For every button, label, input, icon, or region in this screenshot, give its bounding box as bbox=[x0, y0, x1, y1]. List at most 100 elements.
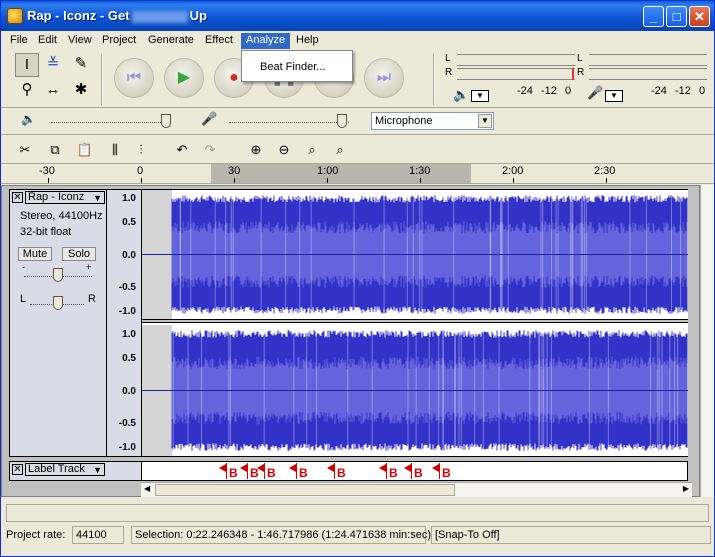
beat-label[interactable]: B bbox=[327, 463, 346, 480]
close-button[interactable]: ✕ bbox=[689, 6, 710, 27]
maximize-button[interactable]: □ bbox=[666, 6, 687, 27]
cut-icon[interactable]: ✂ bbox=[14, 139, 36, 161]
scale-label: -0.5 bbox=[118, 418, 136, 429]
gain-minus-label: - bbox=[22, 262, 25, 272]
redacted-title-text bbox=[131, 10, 188, 23]
timeline-ruler[interactable]: -30 0 30 1:00 1:30 2:00 2:30 bbox=[1, 163, 714, 184]
envelope-tool-icon[interactable]: ≚ bbox=[41, 53, 65, 77]
fit-project-icon[interactable]: ⌕ bbox=[329, 139, 351, 161]
selection-text: Selection: 0:22.246348 - 1:46.717986 (1:… bbox=[135, 529, 431, 541]
scale-label: 1.0 bbox=[122, 193, 136, 204]
selection-tool-icon[interactable]: I bbox=[15, 53, 39, 77]
project-rate-value: 44100 bbox=[76, 529, 107, 541]
chevron-down-icon: ▼ bbox=[93, 465, 102, 475]
menu-edit[interactable]: Edit bbox=[33, 33, 62, 49]
speaker-meter-icon[interactable]: 🔈 bbox=[453, 87, 469, 103]
input-volume-slider[interactable] bbox=[337, 114, 347, 128]
gain-plus-label: + bbox=[86, 262, 92, 272]
menu-generate[interactable]: Generate bbox=[143, 33, 199, 49]
scroll-right-icon[interactable]: ▶ bbox=[683, 484, 689, 493]
undo-icon[interactable]: ↶ bbox=[171, 139, 193, 161]
redo-icon[interactable]: ↷ bbox=[199, 139, 221, 161]
silence-icon[interactable]: ⫶ bbox=[130, 139, 152, 161]
ruler-tick bbox=[513, 178, 514, 183]
ruler-tick bbox=[141, 178, 142, 183]
fit-selection-icon[interactable]: ⌕ bbox=[301, 139, 323, 161]
waveform-graphic bbox=[142, 190, 688, 456]
zoom-in-icon[interactable]: ⊕ bbox=[245, 139, 267, 161]
record-right-bar bbox=[589, 68, 707, 80]
window-title: Rap - Iconz - Get Up bbox=[27, 8, 207, 23]
play-button[interactable]: ▶ bbox=[164, 58, 204, 98]
beat-label[interactable]: B bbox=[240, 463, 259, 480]
scale-label: -0.5 bbox=[118, 282, 136, 293]
menu-bar: File Edit View Project Generate Effect A… bbox=[1, 31, 714, 50]
scale-label: -1.0 bbox=[118, 306, 136, 317]
mixer-divider bbox=[1, 107, 714, 108]
toolbar-separator bbox=[101, 53, 103, 105]
ruler-tick bbox=[327, 178, 328, 183]
menu-effect[interactable]: Effect bbox=[200, 33, 238, 49]
status-bar: Project rate: 44100 Selection: 0:22.2463… bbox=[1, 525, 714, 546]
zoom-out-icon[interactable]: ⊖ bbox=[273, 139, 295, 161]
beat-label[interactable]: B bbox=[404, 463, 423, 480]
mute-button[interactable]: Mute bbox=[18, 247, 52, 261]
paste-icon[interactable]: 📋 bbox=[74, 139, 96, 161]
zoom-tool-icon[interactable]: ⚲ bbox=[15, 79, 39, 103]
trim-icon[interactable]: ⫼ bbox=[104, 139, 126, 161]
playback-left-label: L bbox=[445, 53, 451, 64]
menu-view[interactable]: View bbox=[63, 33, 97, 49]
solo-button[interactable]: Solo bbox=[62, 247, 96, 261]
timeshift-tool-icon[interactable]: ↔ bbox=[41, 79, 65, 103]
skip-start-button[interactable]: ⏮ bbox=[114, 58, 154, 98]
minimize-button[interactable]: _ bbox=[643, 6, 664, 27]
menu-analyze[interactable]: Analyze bbox=[241, 33, 291, 49]
label-track-area[interactable]: B B B B B B B B bbox=[142, 462, 687, 480]
peak-marker bbox=[572, 68, 574, 80]
track-name-menu[interactable]: Rap - Iconz ▼ bbox=[25, 191, 105, 204]
ruler-label: 2:30 bbox=[594, 165, 616, 177]
close-track-icon[interactable]: ✕ bbox=[12, 192, 23, 203]
vertical-scrollbar[interactable] bbox=[700, 185, 714, 497]
project-rate-field[interactable]: 44100 bbox=[72, 526, 124, 544]
beat-label[interactable]: B bbox=[257, 463, 276, 480]
input-volume-track bbox=[229, 122, 349, 123]
output-volume-slider[interactable] bbox=[161, 114, 171, 128]
beat-label[interactable]: B bbox=[432, 463, 451, 480]
label-track-control: ✕ Label Track ▼ bbox=[10, 462, 142, 480]
ruler-tick bbox=[606, 178, 607, 183]
pan-slider[interactable] bbox=[53, 296, 63, 310]
scroll-left-icon[interactable]: ◀ bbox=[144, 484, 150, 493]
gain-slider[interactable] bbox=[53, 268, 63, 282]
beat-label[interactable]: B bbox=[219, 463, 238, 480]
ruler-label: 2:00 bbox=[502, 165, 524, 177]
beat-label[interactable]: B bbox=[379, 463, 398, 480]
beat-label[interactable]: B bbox=[289, 463, 308, 480]
close-label-track-icon[interactable]: ✕ bbox=[12, 464, 23, 475]
microphone-meter-icon[interactable]: 🎤 bbox=[587, 85, 603, 101]
menu-project[interactable]: Project bbox=[97, 33, 141, 49]
audio-track: ✕ Rap - Iconz ▼ Stereo, 44100Hz 32-bit f… bbox=[9, 189, 688, 457]
ruler-label: 30 bbox=[228, 165, 241, 177]
horizontal-scroll-thumb[interactable] bbox=[155, 484, 455, 496]
input-source-select[interactable]: Microphone ▼ bbox=[371, 112, 494, 130]
pan-left-label: L bbox=[20, 293, 27, 305]
ruler-selection-region bbox=[211, 164, 471, 183]
label-track-name-menu[interactable]: Label Track ▼ bbox=[25, 463, 105, 476]
waveform-area[interactable] bbox=[142, 190, 688, 456]
playback-right-bar bbox=[457, 68, 575, 80]
draw-tool-icon[interactable]: ✎ bbox=[69, 53, 93, 77]
ruler-label: 0 bbox=[137, 165, 144, 177]
skip-end-button[interactable]: ⏭ bbox=[364, 58, 404, 98]
input-microphone-icon: 🎤 bbox=[201, 111, 218, 126]
copy-icon[interactable]: ⧉ bbox=[44, 139, 66, 161]
multi-tool-icon[interactable]: ✱ bbox=[69, 79, 93, 103]
playback-meter-menu-icon[interactable]: ▼ bbox=[471, 90, 489, 102]
scale-label: 0.5 bbox=[122, 217, 136, 228]
menu-help[interactable]: Help bbox=[291, 33, 324, 49]
horizontal-scrollbar[interactable]: ◀ ▶ bbox=[141, 482, 692, 497]
record-meter-menu-icon[interactable]: ▼ bbox=[605, 90, 623, 102]
snap-text: [Snap-To Off] bbox=[435, 529, 500, 541]
menu-file[interactable]: File bbox=[5, 33, 33, 49]
menu-item-beat-finder[interactable]: Beat Finder... bbox=[246, 59, 348, 75]
